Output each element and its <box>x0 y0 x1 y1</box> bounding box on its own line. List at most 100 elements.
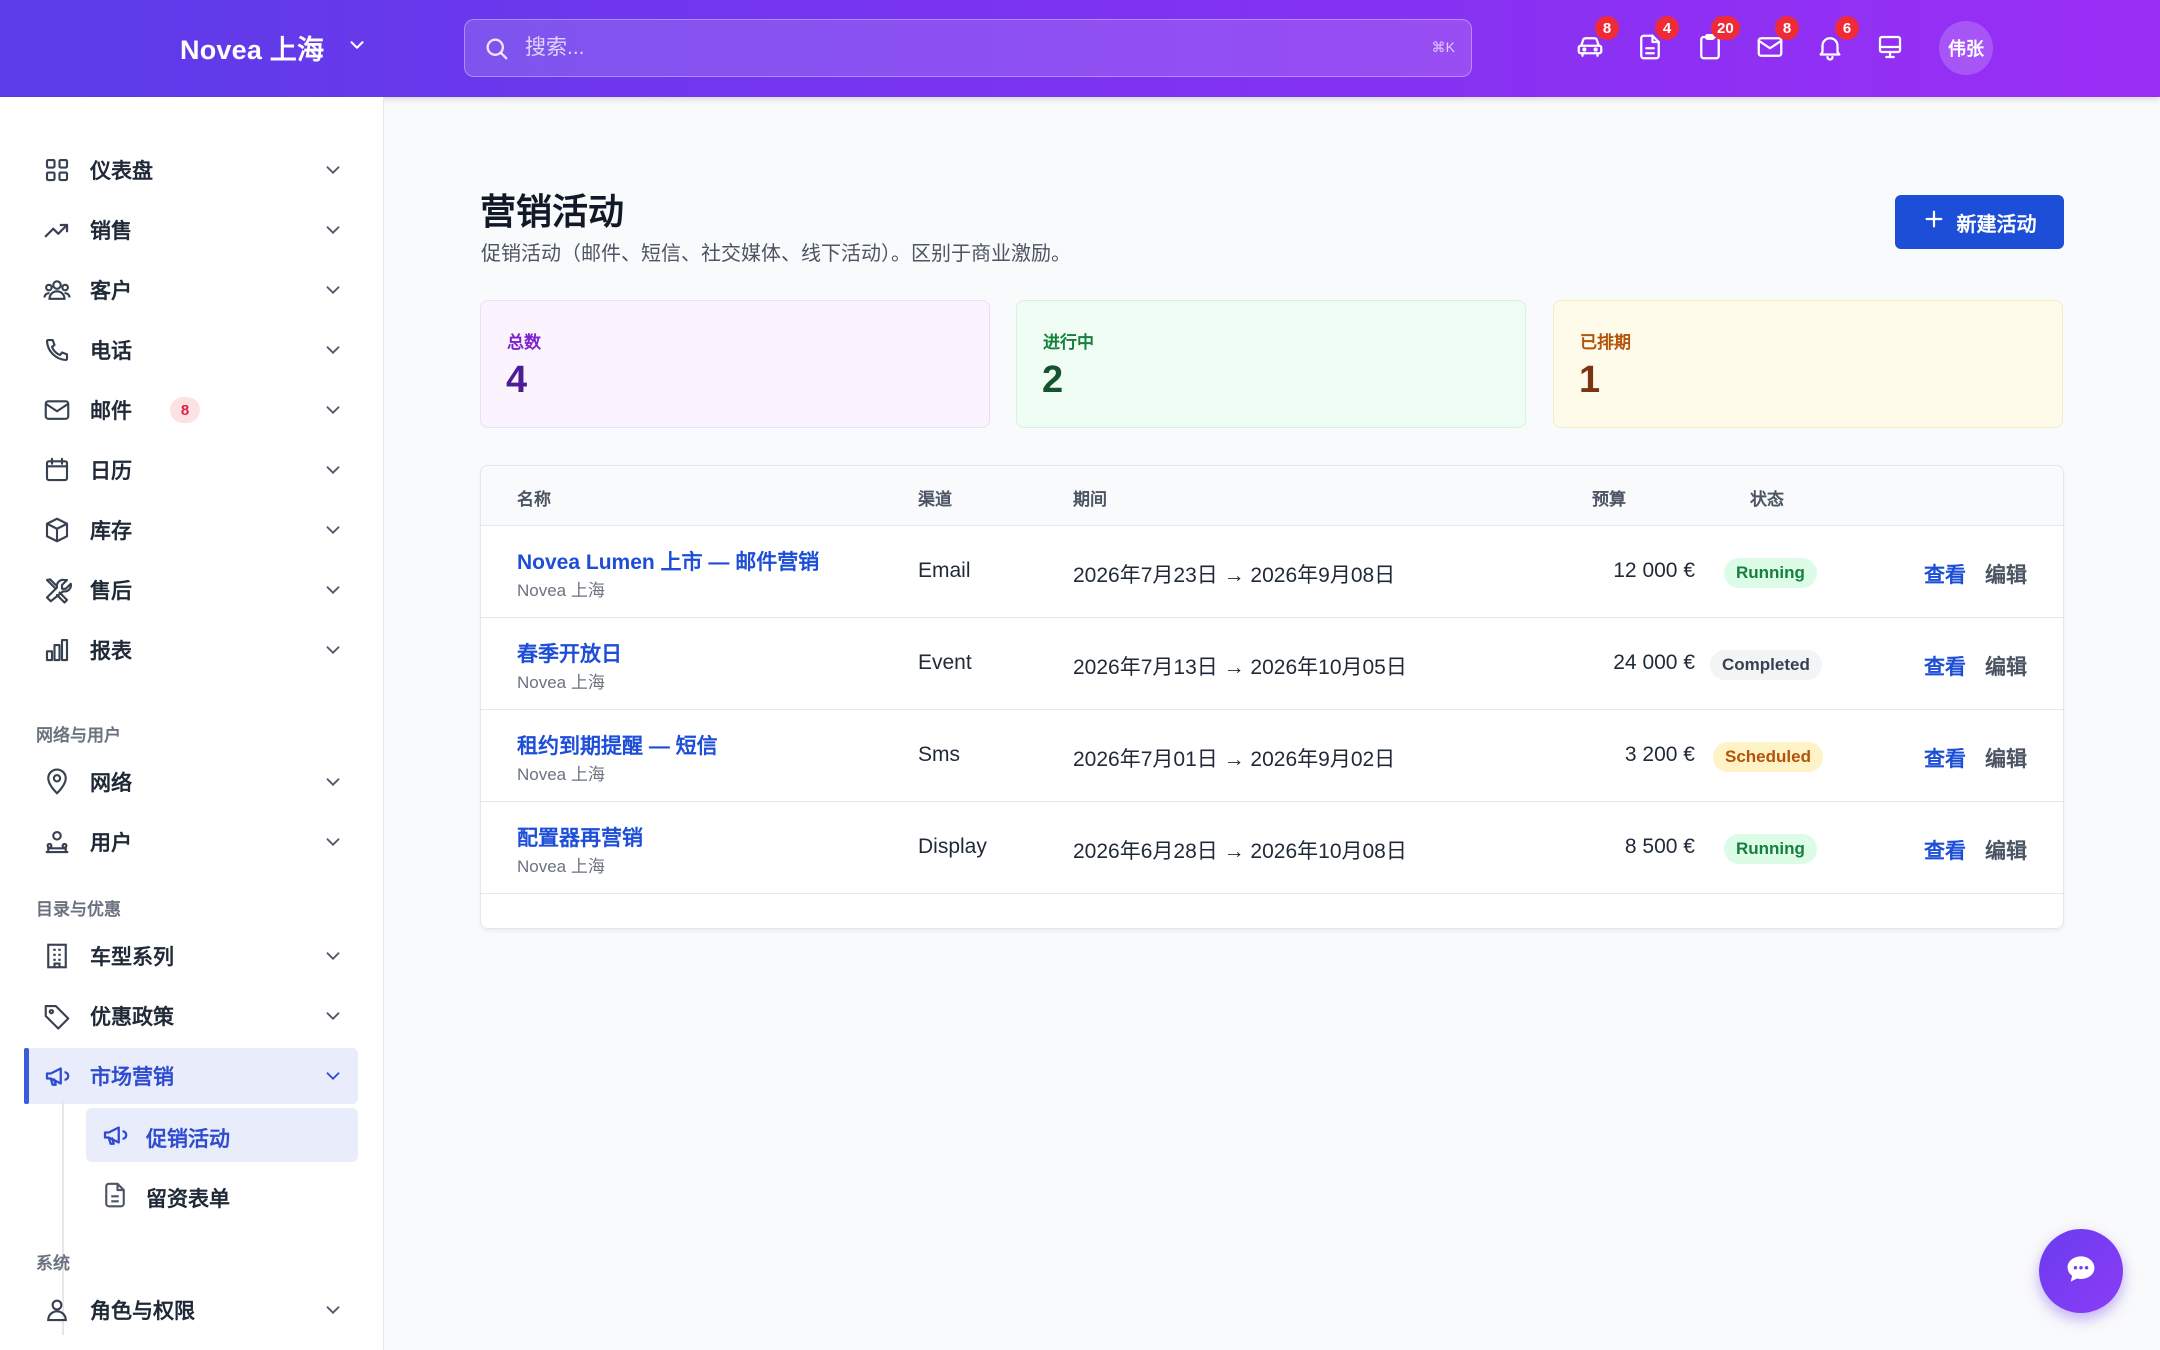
sidebar-item-users[interactable]: 用户 <box>24 814 358 870</box>
tasks-button[interactable]: 20 <box>1695 16 1740 66</box>
sidebar-subitem-lead-forms[interactable]: 留资表单 <box>86 1168 358 1222</box>
sidebar-item-after-sales[interactable]: 售后 <box>24 562 358 618</box>
campaign-budget: 24 000 € <box>1613 651 1695 674</box>
tools-icon <box>42 575 72 605</box>
vehicles-badge: 8 <box>1595 16 1619 40</box>
status-badge: Running <box>1724 834 1817 864</box>
car-icon <box>1575 37 1605 66</box>
sidebar-item-label: 市场营销 <box>90 1066 174 1089</box>
chevron-down-icon <box>322 945 344 967</box>
campaign-budget: 12 000 € <box>1613 559 1695 582</box>
page-title: 营销活动 <box>480 191 625 232</box>
chevron-down-icon <box>322 459 344 481</box>
chevron-down-icon <box>322 339 344 361</box>
chat-button[interactable] <box>2039 1229 2123 1313</box>
view-link[interactable]: 查看 <box>1924 651 1966 681</box>
notifications-badge: 6 <box>1835 16 1859 40</box>
campaign-period: 2026年6月28日 → 2026年10月08日 <box>1073 840 1407 863</box>
new-campaign-label: 新建活动 <box>1956 213 2037 236</box>
chat-bubble-icon <box>2062 1250 2100 1293</box>
sidebar-item-label: 优惠政策 <box>90 1006 174 1029</box>
edit-link[interactable]: 编辑 <box>1985 743 2027 773</box>
mail-button[interactable]: 8 <box>1755 16 1799 66</box>
sidebar-item-calendar[interactable]: 日历 <box>24 442 358 498</box>
vehicles-button[interactable]: 8 <box>1575 16 1619 66</box>
phone-icon <box>42 335 72 365</box>
column-header-period: 期间 <box>1073 490 1107 509</box>
view-link[interactable]: 查看 <box>1924 743 1966 773</box>
chevron-down-icon <box>322 159 344 181</box>
bell-icon <box>1815 37 1845 66</box>
document-icon <box>1635 34 1665 66</box>
stat-card-total: 总数 4 <box>480 300 990 428</box>
bar-chart-icon <box>42 635 72 665</box>
edit-link[interactable]: 编辑 <box>1985 651 2027 681</box>
building-icon <box>42 941 72 971</box>
brand-name: Novea 上海 <box>180 35 325 65</box>
documents-button[interactable]: 4 <box>1635 16 1679 66</box>
sidebar-item-dashboard[interactable]: 仪表盘 <box>24 142 358 198</box>
location-switcher[interactable]: Novea 上海 <box>180 28 368 67</box>
table-row: 配置器再营销 Novea 上海 Display 2026年6月28日 → 202… <box>481 802 2063 894</box>
sidebar-item-offers[interactable]: 优惠政策 <box>24 988 358 1044</box>
campaign-channel: Display <box>918 835 987 858</box>
sidebar-item-reports[interactable]: 报表 <box>24 622 358 678</box>
campaign-name-link[interactable]: 配置器再营销 <box>517 822 643 852</box>
campaign-budget: 8 500 € <box>1624 835 1695 858</box>
sidebar-item-mail[interactable]: 邮件 8 <box>24 382 358 438</box>
campaign-name-link[interactable]: 春季开放日 <box>517 638 622 668</box>
sidebar-subitem-campaigns[interactable]: 促销活动 <box>86 1108 358 1162</box>
view-link[interactable]: 查看 <box>1924 559 1966 589</box>
calendar-icon <box>42 455 72 485</box>
status-badge: Scheduled <box>1713 742 1823 772</box>
edit-link[interactable]: 编辑 <box>1985 559 2027 589</box>
column-header-channel: 渠道 <box>918 490 952 509</box>
table-row: Novea Lumen 上市 — 邮件营销 Novea 上海 Email 202… <box>481 526 2063 618</box>
section-title-system: 系统 <box>36 1254 70 1273</box>
sidebar-item-customers[interactable]: 客户 <box>24 262 358 318</box>
sidebar-item-inventory[interactable]: 库存 <box>24 502 358 558</box>
mail-count-badge: 8 <box>170 397 200 423</box>
page-subtitle: 促销活动（邮件、短信、社交媒体、线下活动）。区别于商业激励。 <box>481 243 1071 265</box>
search-box[interactable]: ⌘K <box>464 19 1472 77</box>
sidebar-item-label: 销售 <box>90 220 132 243</box>
view-link[interactable]: 查看 <box>1924 835 1966 865</box>
sidebar-item-label: 车型系列 <box>90 946 174 969</box>
chevron-down-icon <box>322 1005 344 1027</box>
user-avatar[interactable]: 伟张 <box>1939 21 1993 75</box>
sidebar-item-phone[interactable]: 电话 <box>24 322 358 378</box>
section-title-catalog: 目录与优惠 <box>36 900 121 919</box>
mail-badge: 8 <box>1775 16 1799 40</box>
sidebar-item-roles[interactable]: 角色与权限 <box>24 1282 358 1338</box>
mail-icon <box>42 395 72 425</box>
stat-card-scheduled: 已排期 1 <box>1553 300 2063 428</box>
campaign-name-link[interactable]: Novea Lumen 上市 — 邮件营销 <box>517 546 819 576</box>
sidebar-item-network[interactable]: 网络 <box>24 754 358 810</box>
sidebar-item-label: 售后 <box>90 580 132 603</box>
sidebar-item-label: 报表 <box>90 640 132 663</box>
notifications-button[interactable]: 6 <box>1815 16 1859 66</box>
sidebar-item-marketing[interactable]: 市场营销 <box>24 1048 358 1104</box>
documents-badge: 4 <box>1655 16 1679 40</box>
campaign-name-link[interactable]: 租约到期提醒 — 短信 <box>517 730 718 760</box>
search-input[interactable] <box>525 20 1375 75</box>
display-button[interactable] <box>1875 32 1909 66</box>
edit-link[interactable]: 编辑 <box>1985 835 2027 865</box>
campaign-site: Novea 上海 <box>517 857 605 876</box>
campaign-budget: 3 200 € <box>1624 743 1695 766</box>
chevron-down-icon <box>322 279 344 301</box>
users-icon <box>42 275 72 305</box>
user-icon <box>42 1295 72 1325</box>
mail-icon <box>1755 37 1785 66</box>
new-campaign-button[interactable]: 新建活动 <box>1895 195 2064 249</box>
sidebar-item-sales[interactable]: 销售 <box>24 202 358 258</box>
stat-value: 4 <box>506 359 528 401</box>
top-bar: Novea 上海 ⌘K 8 4 20 8 <box>0 0 2160 97</box>
chevron-down-icon <box>322 399 344 421</box>
table-header: 名称 渠道 期间 预算 状态 <box>481 466 2063 526</box>
sidebar-item-models[interactable]: 车型系列 <box>24 928 358 984</box>
sidebar-item-label: 邮件 <box>90 400 132 423</box>
campaign-period: 2026年7月01日 → 2026年9月02日 <box>1073 748 1396 771</box>
stat-value: 1 <box>1579 359 1601 401</box>
sidebar-subitem-label: 留资表单 <box>146 1188 230 1211</box>
